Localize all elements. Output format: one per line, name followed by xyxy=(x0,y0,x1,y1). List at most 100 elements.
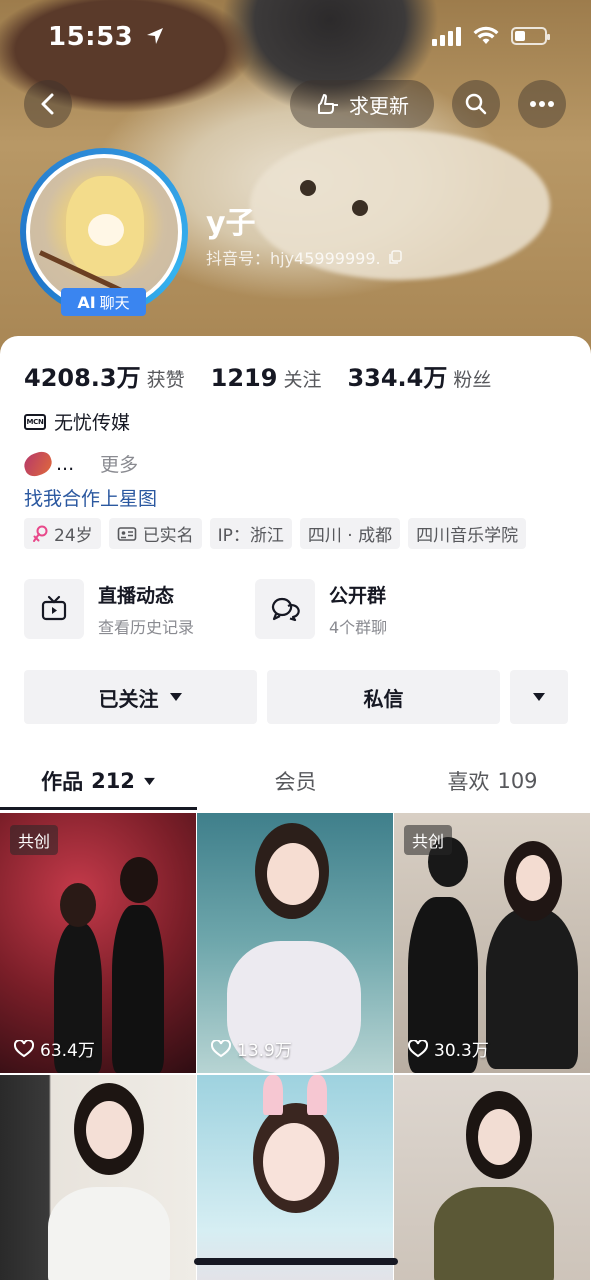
video-thumbnail[interactable]: 13.9万 xyxy=(197,813,393,1073)
cellular-signal-icon xyxy=(432,26,461,46)
tag-location: 四川 · 成都 xyxy=(299,518,401,549)
status-time-text: 15:53 xyxy=(48,22,134,52)
tab-label: 作品 xyxy=(41,770,84,794)
video-thumbnail[interactable] xyxy=(197,1075,393,1280)
stat-value: 4208.3万 xyxy=(24,364,141,392)
profile-tags: 24岁 已实名 IP：浙江 四川 · 成都 四川音乐学院 xyxy=(24,518,527,549)
ai-chat-badge[interactable]: AI 聊天 xyxy=(61,288,146,316)
video-thumbnail[interactable] xyxy=(394,1075,590,1280)
stat-value: 1219 xyxy=(210,364,278,392)
video-likes: 63.4万 xyxy=(14,1036,95,1061)
tab-label: 会员 xyxy=(274,770,317,794)
request-update-label: 求更新 xyxy=(349,93,409,118)
tab-count: 212 xyxy=(91,769,135,793)
more-dots-icon xyxy=(530,101,554,107)
tab-likes[interactable]: 喜欢 109 xyxy=(394,752,591,810)
request-update-button[interactable]: 求更新 xyxy=(290,80,434,128)
feat-subtitle: 查看历史记录 xyxy=(98,617,195,637)
douyin-id: 抖音号：hjy45999999. xyxy=(206,245,403,269)
wifi-icon xyxy=(473,26,499,44)
cooperate-link[interactable]: 找我合作上星图 xyxy=(24,484,157,511)
tag-verified: 已实名 xyxy=(108,518,202,549)
mcn-agency[interactable]: MCN 无忧传媒 xyxy=(24,408,130,435)
search-icon xyxy=(465,93,487,115)
back-button[interactable] xyxy=(24,80,72,128)
video-likes: 13.9万 xyxy=(211,1036,292,1061)
video-likes: 30.3万 xyxy=(408,1036,489,1061)
location-arrow-icon xyxy=(146,28,163,44)
mcn-icon: MCN xyxy=(24,413,46,430)
tag-text: 已实名 xyxy=(142,526,194,546)
female-icon xyxy=(33,525,48,542)
video-likes-count: 13.9万 xyxy=(237,1041,292,1061)
feat-icon-box xyxy=(24,579,84,639)
video-grid: 共创 63.4万 13.9万 共创 30.3万 xyxy=(0,813,591,1280)
following-label: 已关注 xyxy=(98,686,159,711)
following-button[interactable]: 已关注 xyxy=(24,670,257,724)
tag-text: 四川 · 成都 xyxy=(307,526,393,546)
bio-more-link[interactable]: 更多 xyxy=(100,450,138,477)
banner-plush-eye xyxy=(300,180,316,196)
tag-text: 四川音乐学院 xyxy=(416,526,519,546)
stat-following[interactable]: 1219 关注 xyxy=(211,364,322,392)
profile-actions: 已关注 私信 xyxy=(24,670,568,724)
content-tabs: 作品 212 会员 喜欢 109 xyxy=(0,752,591,810)
tag-ip: IP：浙江 xyxy=(209,518,292,549)
caret-down-icon xyxy=(144,777,155,785)
avatar-image xyxy=(30,158,178,306)
video-thumbnail[interactable] xyxy=(0,1075,196,1280)
message-label: 私信 xyxy=(363,686,404,711)
caret-down-icon xyxy=(169,693,182,701)
feat-icon-box xyxy=(255,579,315,639)
tab-label: 喜欢 xyxy=(447,770,490,794)
heart-icon xyxy=(211,1039,231,1057)
co-creation-badge: 共创 xyxy=(404,825,453,855)
stat-label: 关注 xyxy=(283,369,322,391)
heart-icon xyxy=(408,1039,428,1057)
tab-count: 109 xyxy=(497,769,538,793)
heart-icon xyxy=(14,1039,34,1057)
status-time: 15:53 xyxy=(48,22,165,52)
douyin-id-text: 抖音号：hjy45999999. xyxy=(206,249,381,268)
search-button[interactable] xyxy=(452,80,500,128)
public-group-entry[interactable]: 公开群 4个群聊 xyxy=(255,579,387,639)
video-likes-count: 30.3万 xyxy=(434,1041,489,1061)
bio[interactable]: ... 更多 xyxy=(21,448,138,479)
ai-badge-strong: AI xyxy=(77,292,96,312)
chevron-left-icon xyxy=(41,93,54,115)
live-history-entry[interactable]: 直播动态 查看历史记录 xyxy=(24,579,194,639)
ai-badge-label: 聊天 xyxy=(99,293,130,312)
co-creation-badge: 共创 xyxy=(10,825,59,855)
profile-stats: 4208.3万 获赞 1219 关注 334.4万 粉丝 xyxy=(24,358,517,393)
banner-plush-eye xyxy=(352,200,368,216)
stat-value: 334.4万 xyxy=(347,364,448,392)
more-options-button[interactable] xyxy=(518,80,566,128)
copy-icon[interactable] xyxy=(387,249,403,265)
id-card-icon xyxy=(117,526,136,541)
status-bar: 15:53 xyxy=(0,0,591,80)
profile-nickname: y子 xyxy=(206,206,256,241)
stat-label: 获赞 xyxy=(146,369,185,391)
tag-school: 四川音乐学院 xyxy=(408,518,527,549)
tv-icon xyxy=(41,595,67,621)
sweet-potato-emoji-icon xyxy=(21,448,55,479)
tab-works[interactable]: 作品 212 xyxy=(0,752,197,810)
video-likes-count: 63.4万 xyxy=(40,1041,95,1061)
stat-followers[interactable]: 334.4万 粉丝 xyxy=(347,358,491,393)
tab-membership[interactable]: 会员 xyxy=(197,752,394,810)
mcn-name: 无忧传媒 xyxy=(54,412,131,434)
tag-text: 24岁 xyxy=(54,526,93,546)
message-button[interactable]: 私信 xyxy=(267,670,500,724)
home-indicator xyxy=(194,1258,398,1265)
tag-age: 24岁 xyxy=(24,518,101,549)
hand-point-icon xyxy=(318,94,338,114)
stat-label: 粉丝 xyxy=(453,369,492,391)
feat-subtitle: 4个群聊 xyxy=(329,617,388,637)
video-thumbnail[interactable]: 共创 30.3万 xyxy=(394,813,590,1073)
video-thumbnail[interactable]: 共创 63.4万 xyxy=(0,813,196,1073)
stat-likes[interactable]: 4208.3万 获赞 xyxy=(24,358,185,393)
recommend-dropdown-button[interactable] xyxy=(510,670,568,724)
chat-group-icon xyxy=(271,597,300,622)
feat-title: 公开群 xyxy=(329,584,387,607)
caret-down-icon xyxy=(533,693,545,701)
